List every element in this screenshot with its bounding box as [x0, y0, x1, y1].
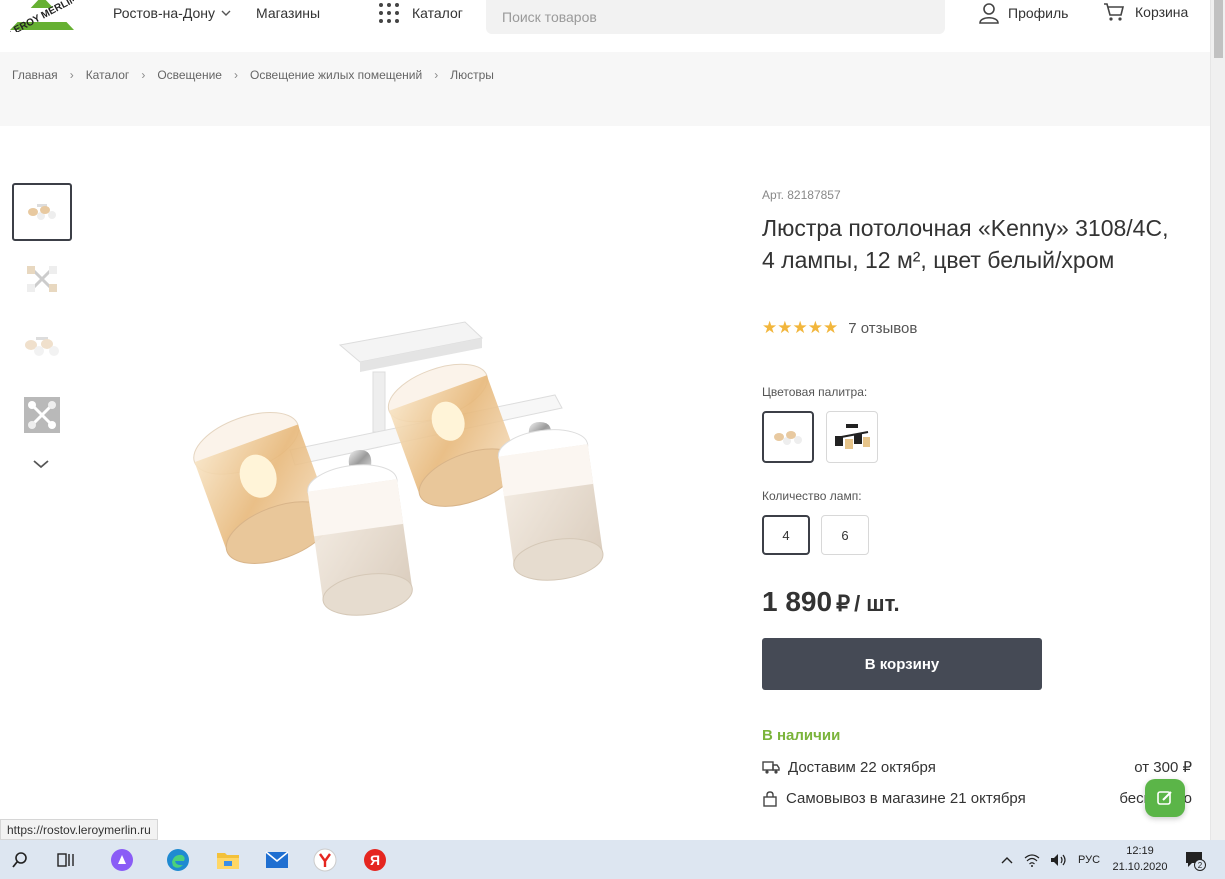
- price: 1 890 ₽ / шт.: [762, 586, 900, 618]
- chevron-right-icon: ›: [69, 68, 74, 82]
- breadcrumb-band: Главная › Каталог › Освещение › Освещени…: [0, 52, 1210, 126]
- chevron-down-icon: [221, 10, 231, 16]
- catalog-label: Каталог: [412, 5, 463, 21]
- cart-icon: [1104, 3, 1125, 21]
- notifications-count: 2: [1198, 861, 1203, 870]
- breadcrumb-item-chandeliers[interactable]: Люстры: [450, 68, 494, 82]
- thumbnail-3[interactable]: [12, 317, 72, 375]
- chevron-right-icon: ›: [233, 68, 238, 82]
- task-view-icon[interactable]: [54, 848, 78, 872]
- delivery-date: Доставим 22 октября: [788, 758, 936, 776]
- thumbnail-2[interactable]: [12, 250, 72, 308]
- article-number: Арт. 82187857: [762, 188, 841, 202]
- price-value: 1 890: [762, 586, 833, 617]
- price-unit: / шт.: [854, 591, 900, 616]
- chevron-up-icon[interactable]: [1000, 855, 1014, 865]
- keyboard-language[interactable]: РУС: [1078, 854, 1100, 866]
- color-palette-label: Цветовая палитра:: [762, 385, 868, 399]
- cart-label: Корзина: [1135, 4, 1189, 20]
- product-title: Люстра потолочная «Kenny» 3108/4C, 4 лам…: [762, 215, 1169, 273]
- yandex-icon[interactable]: Я: [363, 848, 387, 872]
- status-bar-url: https://rostov.leroymerlin.ru: [0, 819, 158, 840]
- breadcrumb-item-home[interactable]: Главная: [12, 68, 58, 82]
- search-icon[interactable]: [8, 848, 32, 872]
- breadcrumb-item-catalog[interactable]: Каталог: [86, 68, 130, 82]
- edge-browser-icon[interactable]: [166, 848, 190, 872]
- breadcrumb: Главная › Каталог › Освещение › Освещени…: [12, 68, 494, 82]
- breadcrumb-item-residential-lighting[interactable]: Освещение жилых помещений: [250, 68, 422, 82]
- thumbnail-1[interactable]: [12, 183, 72, 241]
- main-product-image[interactable]: [170, 300, 640, 620]
- clock-time: 12:19: [1126, 845, 1154, 857]
- mail-icon[interactable]: [265, 848, 289, 872]
- leroy-merlin-logo[interactable]: LEROY MERLIN: [7, 0, 79, 39]
- city-selector[interactable]: Ростов-на-Дону: [113, 5, 231, 21]
- catalog-button[interactable]: Каталог: [378, 2, 463, 24]
- feedback-button[interactable]: [1145, 779, 1185, 817]
- star-rating-icon: ★★★★★: [762, 318, 839, 337]
- shopping-bag-icon: [763, 790, 777, 807]
- add-to-cart-button[interactable]: В корзину: [762, 638, 1042, 690]
- chevron-right-icon: ›: [141, 68, 146, 82]
- lamps-count-label: Количество ламп:: [762, 489, 862, 503]
- lamp-option-4[interactable]: 4: [762, 515, 810, 555]
- page-scrollbar[interactable]: [1210, 0, 1225, 840]
- thumbnail-4[interactable]: [12, 386, 72, 444]
- profile-label: Профиль: [1008, 5, 1069, 21]
- edit-icon: [1157, 791, 1172, 805]
- clock-date: 21.10.2020: [1112, 861, 1168, 873]
- pickup-row: Самовывоз в магазине 21 октября бесплатн…: [762, 790, 1192, 807]
- chandelier-thumbnail-image: [24, 397, 60, 433]
- thumbnails-chevron-down-icon[interactable]: [32, 456, 50, 474]
- chevron-right-icon: ›: [434, 68, 439, 82]
- user-icon: [979, 3, 999, 24]
- wifi-icon[interactable]: [1024, 853, 1040, 867]
- search-input[interactable]: [486, 0, 945, 34]
- rating[interactable]: ★★★★★ 7 отзывов: [762, 318, 917, 338]
- chandelier-white-swatch-image: [774, 431, 802, 445]
- site-header: LEROY MERLIN Ростов-на-Дону Магазины Кат…: [0, 0, 1210, 52]
- chandelier-thumbnail-image: [27, 266, 57, 292]
- windows-taskbar: Я РУС 12:19 21.10.2020 2: [0, 840, 1225, 879]
- price-currency: ₽: [836, 591, 851, 616]
- lamp-option-6[interactable]: 6: [821, 515, 869, 555]
- svg-text:Я: Я: [370, 852, 380, 868]
- scrollbar-thumb[interactable]: [1214, 0, 1223, 58]
- stores-link[interactable]: Магазины: [256, 5, 320, 21]
- system-tray: РУС: [1000, 840, 1100, 879]
- pickup-date: Самовывоз в магазине 21 октября: [786, 790, 1026, 807]
- breadcrumb-item-lighting[interactable]: Освещение: [157, 68, 222, 82]
- delivery-row: Доставим 22 октября от 300 ₽: [762, 758, 1192, 776]
- yandex-browser-icon[interactable]: [313, 848, 337, 872]
- truck-icon: [762, 761, 780, 774]
- profile-link[interactable]: Профиль: [978, 2, 1068, 24]
- notifications-icon[interactable]: 2: [1183, 848, 1207, 872]
- delivery-price: от 300 ₽: [1134, 759, 1192, 776]
- clock[interactable]: 12:19 21.10.2020: [1112, 843, 1168, 875]
- chandelier-thumbnail-image: [28, 204, 56, 220]
- volume-icon[interactable]: [1050, 853, 1068, 867]
- availability-status: В наличии: [762, 727, 841, 744]
- grid-dots-icon: [379, 3, 399, 23]
- alice-assistant-icon[interactable]: [110, 848, 134, 872]
- city-label: Ростов-на-Дону: [113, 5, 215, 21]
- color-swatch-black-gold[interactable]: [826, 411, 878, 463]
- chandelier-black-swatch-image: [835, 424, 870, 449]
- reviews-link[interactable]: 7 отзывов: [848, 320, 917, 337]
- file-explorer-icon[interactable]: [216, 848, 240, 872]
- chandelier-thumbnail-image: [25, 337, 59, 356]
- color-swatch-white-chrome[interactable]: [762, 411, 814, 463]
- cart-link[interactable]: Корзина: [1103, 2, 1188, 22]
